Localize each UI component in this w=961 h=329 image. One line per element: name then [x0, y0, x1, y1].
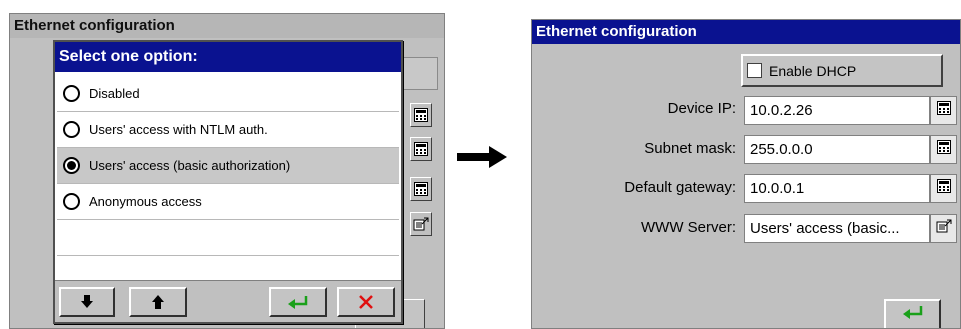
- default-gateway-calculator-button[interactable]: [930, 174, 957, 203]
- option-label: Users' access with NTLM auth.: [89, 122, 268, 137]
- dialog-toolbar: [55, 280, 401, 322]
- cancel-button[interactable]: [337, 287, 395, 317]
- scroll-down-button[interactable]: [59, 287, 115, 317]
- calculator-icon: [936, 179, 951, 198]
- radio-selected-icon: [63, 157, 80, 174]
- empty-list-row: [57, 220, 399, 256]
- device-ip-calculator-button[interactable]: [930, 96, 957, 125]
- close-icon: [358, 294, 374, 310]
- enable-dhcp-label: Enable DHCP: [769, 62, 857, 79]
- select-option-dialog: Select one option: Disabled Users' acces…: [53, 40, 403, 324]
- www-server-field[interactable]: Users' access (basic...: [744, 214, 930, 243]
- options-list: Disabled Users' access with NTLM auth. U…: [57, 76, 399, 292]
- subnet-mask-field[interactable]: 255.0.0.0: [744, 135, 930, 164]
- calculator-icon: [410, 137, 432, 161]
- enable-dhcp-checkbox[interactable]: Enable DHCP: [741, 54, 943, 87]
- default-gateway-field[interactable]: 10.0.0.1: [744, 174, 930, 203]
- option-label: Users' access (basic authorization): [89, 158, 291, 173]
- left-screen-title: Ethernet configuration: [10, 14, 444, 38]
- right-screen-title: Ethernet configuration: [532, 20, 960, 44]
- list-select-icon: [936, 219, 952, 238]
- radio-icon: [63, 193, 80, 210]
- option-label: Anonymous access: [89, 194, 202, 209]
- calculator-icon: [410, 103, 432, 127]
- enter-icon: [902, 305, 924, 324]
- enter-icon: [287, 295, 309, 309]
- enter-button[interactable]: [884, 299, 941, 328]
- dialog-title: Select one option:: [55, 42, 401, 72]
- scroll-up-button[interactable]: [129, 287, 187, 317]
- option-anonymous[interactable]: Anonymous access: [57, 184, 399, 220]
- radio-icon: [63, 121, 80, 138]
- default-gateway-label: Default gateway:: [624, 179, 736, 196]
- subnet-mask-calculator-button[interactable]: [930, 135, 957, 164]
- www-server-select-button[interactable]: [930, 214, 957, 243]
- enter-button[interactable]: [269, 287, 327, 317]
- list-select-icon: [410, 212, 432, 236]
- device-ip-field[interactable]: 10.0.2.26: [744, 96, 930, 125]
- subnet-mask-label: Subnet mask:: [644, 140, 736, 157]
- option-ntlm[interactable]: Users' access with NTLM auth.: [57, 112, 399, 148]
- checkbox-icon: [747, 63, 762, 78]
- option-label: Disabled: [89, 86, 140, 101]
- calculator-icon: [936, 140, 951, 159]
- radio-icon: [63, 85, 80, 102]
- arrow-down-icon: [81, 295, 93, 309]
- calculator-icon: [410, 177, 432, 201]
- option-disabled[interactable]: Disabled: [57, 76, 399, 112]
- right-screen: Ethernet configuration Enable DHCP Devic…: [531, 19, 961, 329]
- www-server-label: WWW Server:: [641, 219, 736, 236]
- arrow-up-icon: [152, 295, 164, 309]
- right-arrow-icon: [457, 146, 507, 168]
- calculator-icon: [936, 101, 951, 120]
- device-ip-label: Device IP:: [667, 100, 736, 117]
- option-basic-auth[interactable]: Users' access (basic authorization): [57, 148, 399, 184]
